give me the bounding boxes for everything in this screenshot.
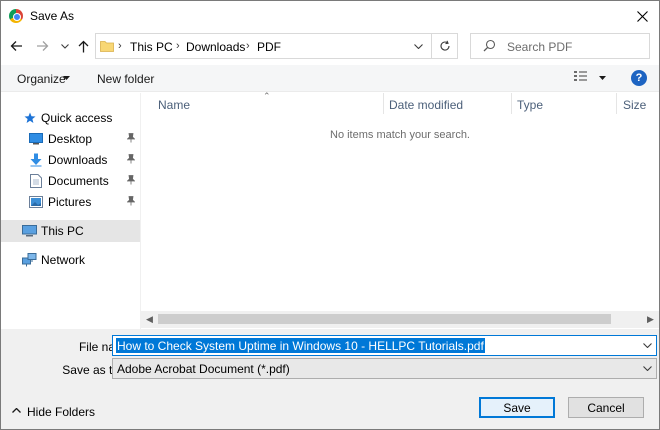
arrow-up-icon — [78, 40, 88, 52]
save-as-type-select[interactable]: Adobe Acrobat Document (*.pdf) — [112, 358, 657, 379]
up-button[interactable] — [75, 37, 91, 55]
file-name-value: How to Check System Uptime in Windows 10… — [116, 338, 485, 353]
breadcrumb-this-pc[interactable]: This PC — [130, 40, 173, 54]
chrome-icon — [9, 9, 23, 23]
cancel-button[interactable]: Cancel — [568, 397, 644, 418]
new-folder-button[interactable]: New folder — [97, 72, 154, 86]
navigation-pane: Quick access Desktop Downloads Documents… — [1, 93, 140, 329]
save-options-panel: File name: How to Check System Uptime in… — [1, 329, 659, 429]
download-arrow-icon — [30, 153, 42, 167]
hide-folders-button[interactable]: Hide Folders — [9, 403, 99, 421]
title-bar: Save As — [1, 1, 659, 31]
desktop-icon — [29, 133, 43, 145]
recent-locations-button[interactable] — [59, 39, 71, 53]
file-list: ⌃ Name Date modified Type Size No items … — [141, 91, 659, 329]
horizontal-scrollbar[interactable]: ◀ ▶ — [141, 311, 659, 328]
save-as-type-dropdown-button[interactable] — [640, 361, 654, 376]
pin-icon — [127, 196, 135, 206]
file-name-dropdown-button[interactable] — [640, 338, 654, 353]
scroll-left-icon[interactable]: ◀ — [141, 311, 158, 328]
address-bar[interactable]: › This PC › Downloads › PDF — [95, 33, 458, 59]
details-view-icon — [574, 71, 587, 81]
picture-icon — [29, 196, 43, 208]
chevron-down-icon — [413, 43, 423, 49]
nav-label: This PC — [41, 224, 84, 238]
chevron-down-icon — [642, 366, 652, 371]
breadcrumb-separator: › — [176, 40, 180, 52]
search-icon — [483, 39, 496, 52]
nav-label: Desktop — [48, 132, 93, 146]
pin-icon — [127, 133, 135, 143]
search-input[interactable]: Search PDF — [507, 40, 572, 54]
nav-this-pc[interactable]: This PC — [1, 220, 140, 242]
nav-item-documents[interactable]: Documents — [1, 171, 140, 191]
nav-label: Downloads — [48, 153, 108, 167]
address-dropdown-button[interactable] — [406, 34, 430, 58]
caret-down-icon — [63, 76, 70, 80]
search-box[interactable]: Search PDF — [470, 33, 650, 59]
close-button[interactable] — [629, 3, 655, 29]
breadcrumb-separator: › — [246, 40, 250, 52]
hide-folders-label: Hide Folders — [27, 405, 96, 419]
refresh-button[interactable] — [431, 34, 458, 58]
file-name-field[interactable]: How to Check System Uptime in Windows 10… — [112, 335, 657, 356]
nav-label: Documents — [48, 174, 109, 188]
chevron-up-icon — [12, 408, 21, 413]
column-separator[interactable] — [511, 93, 512, 114]
scrollbar-thumb[interactable] — [158, 314, 611, 324]
column-separator[interactable] — [616, 93, 617, 114]
folder-icon — [100, 41, 114, 52]
document-icon — [30, 174, 42, 188]
command-toolbar: Organize New folder ? — [1, 65, 659, 92]
nav-item-downloads[interactable]: Downloads — [1, 150, 140, 170]
nav-network[interactable]: Network — [1, 250, 140, 270]
view-dropdown-button[interactable] — [599, 71, 609, 85]
nav-label: Quick access — [41, 111, 113, 125]
close-icon — [636, 10, 648, 22]
pin-icon — [127, 154, 135, 164]
view-options-button[interactable] — [574, 70, 594, 86]
pin-icon — [127, 175, 135, 185]
column-separator[interactable] — [383, 93, 384, 114]
column-header-date-modified[interactable]: Date modified — [389, 98, 463, 112]
forward-button[interactable] — [33, 37, 51, 55]
chevron-down-icon — [61, 43, 69, 49]
nav-label: Pictures — [48, 195, 92, 209]
save-button[interactable]: Save — [479, 397, 555, 418]
caret-down-icon — [599, 76, 606, 80]
back-button[interactable] — [7, 37, 25, 55]
save-as-dialog: Save As › This PC › Downloads › PDF Sear… — [0, 0, 660, 430]
breadcrumb-downloads[interactable]: Downloads — [186, 40, 245, 54]
help-icon[interactable]: ? — [631, 70, 647, 86]
breadcrumb-separator: › — [118, 40, 122, 52]
nav-item-desktop[interactable]: Desktop — [1, 129, 140, 149]
column-header-name[interactable]: Name — [158, 98, 190, 112]
star-icon — [24, 112, 36, 123]
arrow-right-icon — [36, 41, 48, 51]
window-title: Save As — [30, 9, 75, 23]
nav-item-pictures[interactable]: Pictures — [1, 192, 140, 212]
sort-ascending-icon: ⌃ — [263, 91, 271, 101]
nav-label: Network — [41, 253, 86, 267]
column-header-size[interactable]: Size — [623, 98, 646, 112]
computer-icon — [22, 225, 37, 237]
organize-label: Organize — [17, 72, 66, 86]
breadcrumb-pdf[interactable]: PDF — [257, 40, 281, 54]
save-as-type-value: Adobe Acrobat Document (*.pdf) — [117, 362, 290, 376]
chevron-down-icon — [642, 343, 652, 348]
column-header-type[interactable]: Type — [517, 98, 543, 112]
empty-message: No items match your search. — [330, 129, 470, 141]
network-icon — [22, 253, 37, 267]
organize-button[interactable]: Organize — [11, 65, 77, 91]
arrow-left-icon — [10, 41, 22, 51]
scroll-right-icon[interactable]: ▶ — [642, 311, 659, 328]
refresh-icon — [440, 40, 450, 51]
nav-quick-access[interactable]: Quick access — [1, 108, 140, 128]
